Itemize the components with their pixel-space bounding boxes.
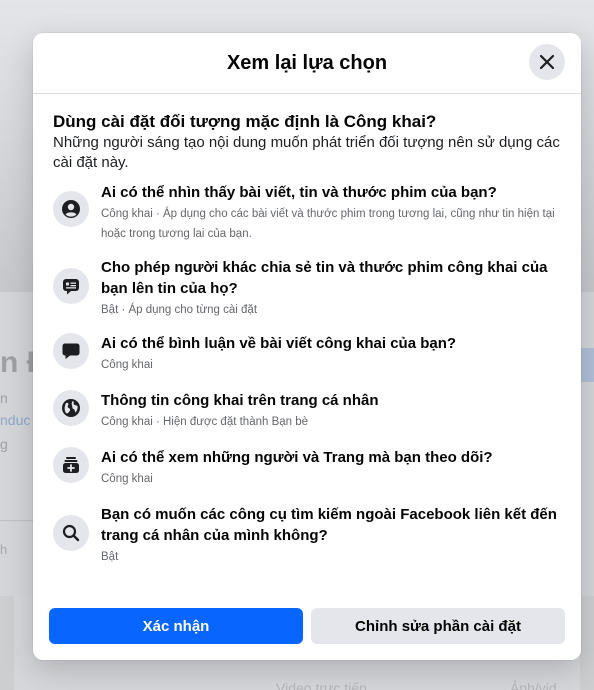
setting-title: Ai có thể xem những người và Trang mà bạ… <box>101 449 493 466</box>
profile-sub-line: g <box>0 436 8 452</box>
setting-icon-wrapper <box>53 268 89 304</box>
setting-title: Thông tin công khai trên trang cá nhân <box>101 392 379 409</box>
setting-subtitle: Công khai · Hiện được đặt thành Bạn bè <box>101 416 309 428</box>
setting-icon-wrapper <box>53 191 89 227</box>
review-choices-dialog: Xem lại lựa chọn Dùng cài đặt đối tượng … <box>33 33 581 660</box>
setting-title: Bạn có muốn các công cụ tìm kiếm ngoài F… <box>101 506 557 544</box>
photo-video-label: Ảnh/vid <box>510 680 557 690</box>
setting-title: Cho phép người khác chia sẻ tin và thước… <box>101 259 548 297</box>
confirm-button[interactable]: Xác nhận <box>49 608 303 644</box>
dialog-header: Xem lại lựa chọn <box>33 33 581 94</box>
question-title: Dùng cài đặt đối tượng mặc định là Công … <box>53 112 437 131</box>
setting-icon-wrapper <box>53 390 89 426</box>
profile-sub-line: nduc <box>0 412 31 428</box>
dialog-body: Dùng cài đặt đối tượng mặc định là Công … <box>33 94 581 567</box>
followers-icon <box>63 457 79 473</box>
setting-text: Cho phép người khác chia sẻ tin và thước… <box>101 257 561 320</box>
search-icon <box>62 524 80 542</box>
edit-settings-button[interactable]: Chỉnh sửa phần cài đặt <box>311 608 565 644</box>
setting-text: Bạn có muốn các công cụ tìm kiếm ngoài F… <box>101 504 561 567</box>
profile-sub-line: n <box>0 390 8 406</box>
person-circle-icon <box>62 200 80 218</box>
setting-subtitle: Bật · Áp dụng cho từng cài đặt <box>101 304 258 316</box>
setting-text: Ai có thể xem những người và Trang mà bạ… <box>101 447 561 489</box>
dialog-title: Xem lại lựa chọn <box>226 51 388 74</box>
setting-search-engine-link[interactable]: Bạn có muốn các công cụ tìm kiếm ngoài F… <box>53 504 561 567</box>
settings-list: Ai có thể nhìn thấy bài viết, tin và thư… <box>53 182 561 567</box>
setting-text: Thông tin công khai trên trang cá nhân C… <box>101 390 561 432</box>
setting-following-visibility[interactable]: Ai có thể xem những người và Trang mà bạ… <box>53 447 561 489</box>
setting-icon-wrapper <box>53 447 89 483</box>
setting-subtitle: Công khai · Áp dụng cho các bài viết và … <box>101 208 555 240</box>
setting-text: Ai có thể bình luận về bài viết công kha… <box>101 333 561 375</box>
setting-icon-wrapper <box>53 515 89 551</box>
setting-public-comments[interactable]: Ai có thể bình luận về bài viết công kha… <box>53 333 561 375</box>
setting-subtitle: Bật <box>101 551 119 563</box>
comment-icon <box>62 343 80 359</box>
setting-title: Ai có thể nhìn thấy bài viết, tin và thư… <box>101 184 497 201</box>
setting-title: Ai có thể bình luận về bài viết công kha… <box>101 335 457 352</box>
question-description: Những người sáng tạo nội dung muốn phát … <box>53 134 560 171</box>
profile-sub-line: h <box>0 542 8 557</box>
setting-subtitle: Công khai <box>101 359 153 371</box>
setting-share-stories[interactable]: Cho phép người khác chia sẻ tin và thước… <box>53 257 561 320</box>
setting-text: Ai có thể nhìn thấy bài viết, tin và thư… <box>101 182 561 244</box>
close-button[interactable] <box>529 44 565 80</box>
dialog-footer: Xác nhận Chỉnh sửa phần cài đặt <box>49 608 565 644</box>
close-icon <box>539 54 555 70</box>
share-stories-icon <box>63 279 79 295</box>
live-video-label: Video trực tiếp <box>276 680 367 690</box>
setting-icon-wrapper <box>53 333 89 369</box>
setting-subtitle: Công khai <box>101 473 153 485</box>
setting-public-profile-info[interactable]: Thông tin công khai trên trang cá nhân C… <box>53 390 561 432</box>
setting-post-visibility[interactable]: Ai có thể nhìn thấy bài viết, tin và thư… <box>53 182 561 244</box>
globe-icon <box>62 399 80 417</box>
